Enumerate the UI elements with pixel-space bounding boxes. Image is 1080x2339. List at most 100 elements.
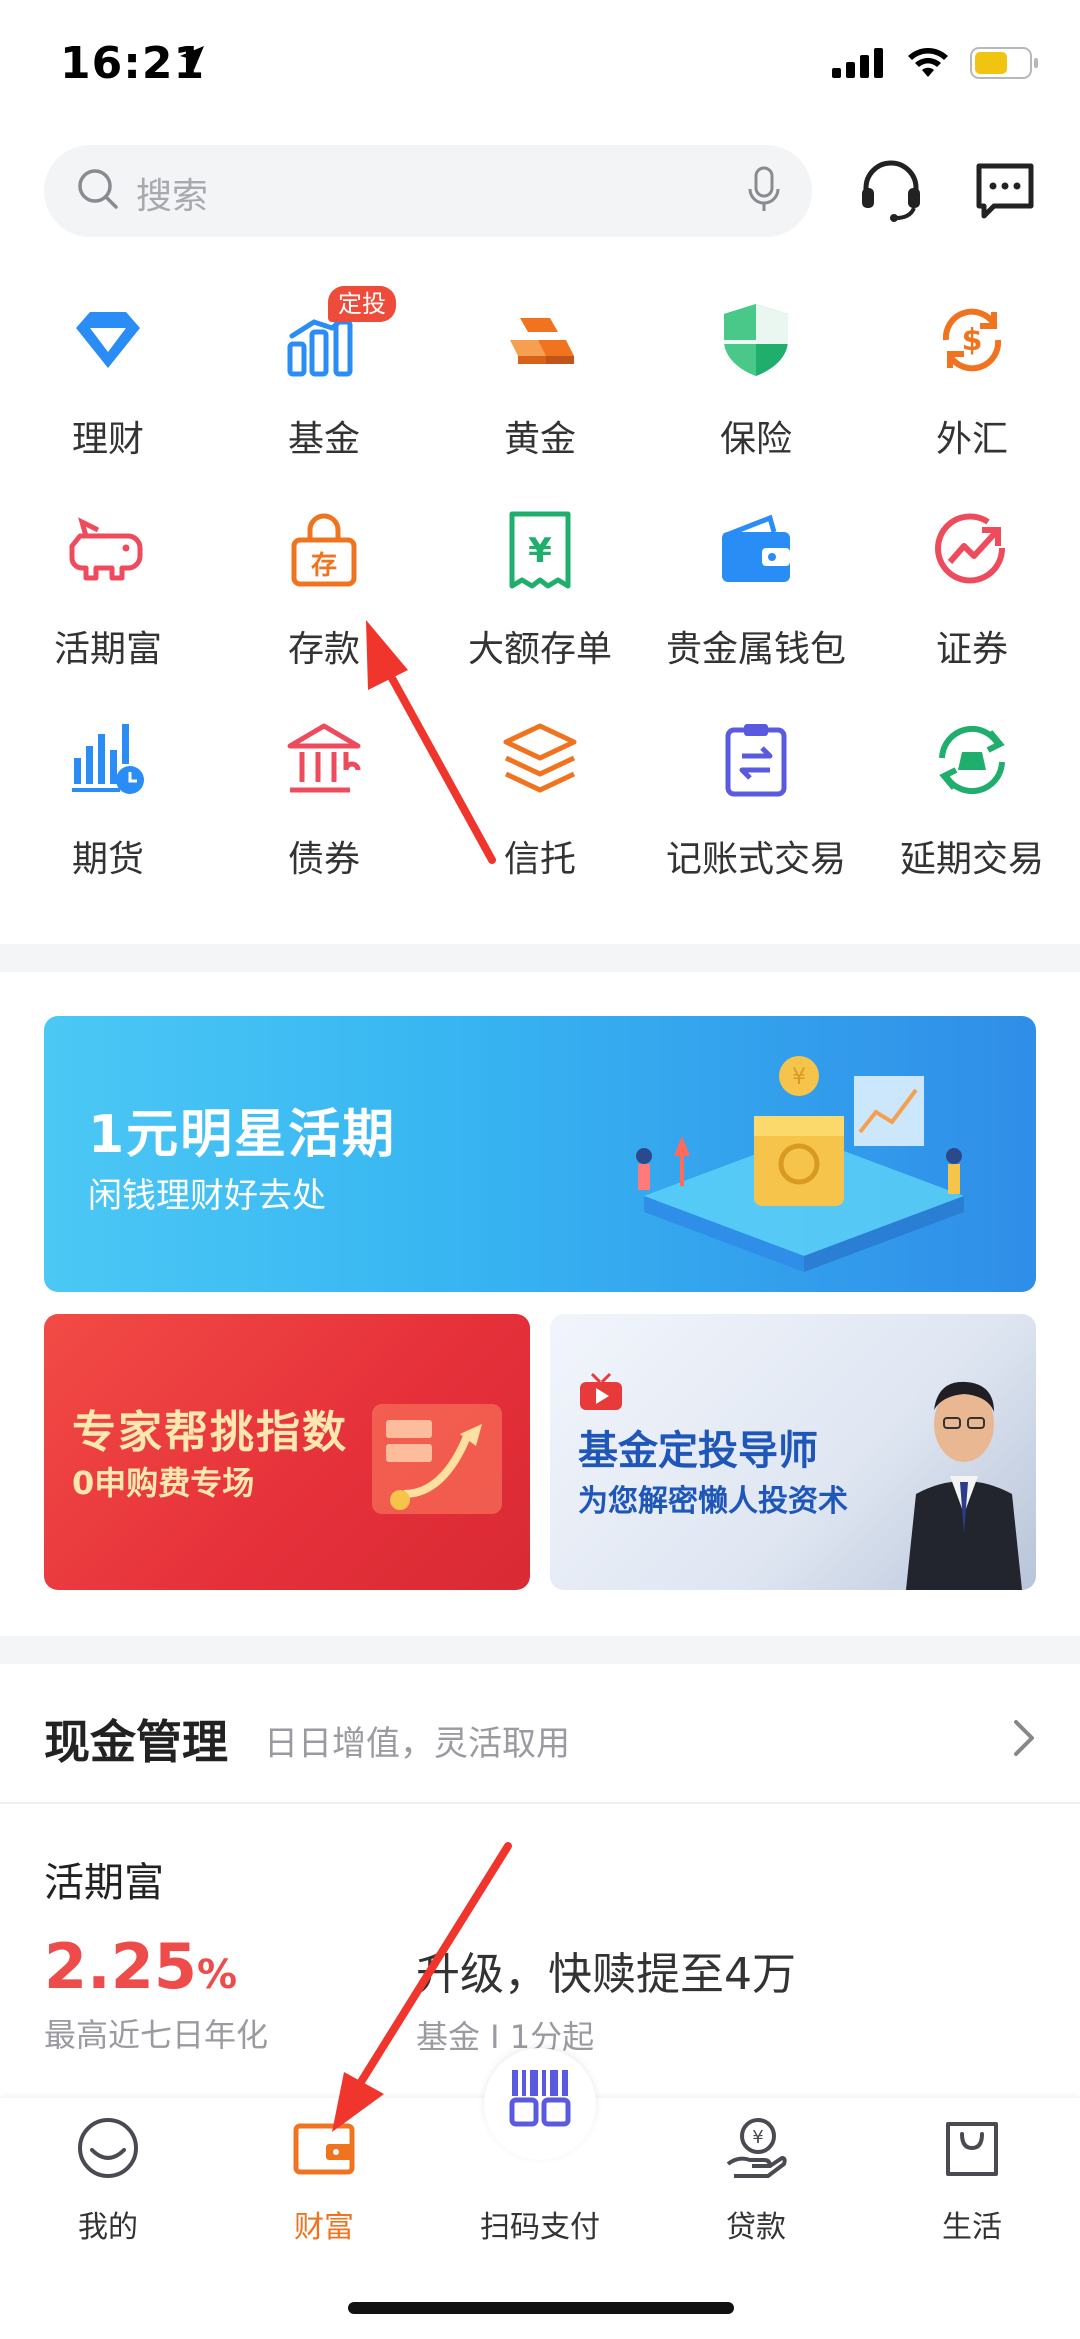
banner-blue-title: 基金定投导师 (578, 1428, 818, 1474)
cycle-icon (939, 725, 1005, 795)
grid-label: 保险 (719, 419, 792, 460)
grid-label: 证券 (935, 629, 1008, 670)
grid-label: 记账式交易 (665, 839, 846, 880)
banner-huoqi[interactable]: 1元明星活期 闲钱理财好去处 ¥ (44, 1016, 1036, 1292)
search-input[interactable]: 搜索 (44, 145, 812, 237)
grid-item-jizhangshi-jiaoyi[interactable]: 记账式交易 (648, 710, 864, 910)
presenter-photo (906, 1381, 1022, 1590)
grid-item-cunkuan[interactable]: 存 存款 (216, 500, 432, 700)
section-title: 现金管理 (44, 1715, 228, 1769)
futures-chart-icon (72, 724, 144, 794)
grid-item-jijin[interactable]: 定投 基金 (216, 286, 432, 490)
grid-label: 存款 (287, 629, 360, 670)
grid-label: 贵金属钱包 (665, 629, 846, 670)
grid-item-huoqifu[interactable]: 活期富 (0, 500, 216, 700)
tv-icon (580, 1372, 622, 1410)
grid-label: 活期富 (53, 629, 162, 670)
svg-text:¥: ¥ (528, 531, 552, 571)
clipboard-exchange-icon (725, 724, 787, 797)
grid-label: 大额存单 (467, 629, 612, 670)
home-indicator[interactable] (348, 2302, 734, 2314)
tab-life[interactable]: 生活 (864, 2098, 1080, 2258)
customer-service-icon[interactable] (858, 158, 924, 224)
shopping-bag-icon (946, 2122, 998, 2176)
growth-card-icon (372, 1404, 502, 1514)
banner-index-expert[interactable]: 专家帮挑指数 0申购费专场 (44, 1314, 530, 1590)
shield-icon (724, 304, 788, 376)
grid-item-zhengquan[interactable]: 证券 (864, 500, 1080, 700)
product-description: 升级，快赎提至4万 (416, 1949, 796, 2000)
grid-item-licai[interactable]: 理财 (0, 290, 216, 490)
banner-red-title: 专家帮挑指数 (72, 1407, 348, 1458)
chevron-right-icon[interactable] (1010, 1718, 1040, 1758)
status-bar: 16:21 (0, 0, 1080, 130)
microphone-icon[interactable] (746, 165, 782, 215)
grid-item-baoxian[interactable]: 保险 (648, 290, 864, 490)
grid-label: 理财 (71, 419, 144, 460)
stock-trend-icon (935, 513, 1006, 584)
message-icon[interactable] (974, 160, 1036, 222)
grid-item-xintuo[interactable]: 信托 (432, 710, 648, 910)
loan-hand-icon: ¥ (726, 2118, 787, 2178)
svg-text:¥: ¥ (752, 2127, 763, 2148)
section-subtitle: 日日增值，灵活取用 (264, 1724, 570, 1764)
tab-loan[interactable]: ¥ 贷款 (648, 2098, 864, 2258)
grid-label: 延期交易 (899, 839, 1044, 880)
gold-bars-icon (510, 318, 574, 364)
tab-label: 财富 (294, 2210, 354, 2245)
scan-code-icon (509, 2070, 571, 2127)
wallet-icon (722, 514, 790, 582)
svg-text:$: $ (962, 323, 983, 358)
search-icon (78, 169, 118, 209)
grid-label: 期货 (71, 839, 144, 880)
tab-scan-pay[interactable]: 扫码支付 (432, 2070, 648, 2258)
currency-exchange-icon: $ (942, 308, 1002, 372)
grid-item-waihui[interactable]: $ 外汇 (864, 290, 1080, 490)
grid-item-zhaiquan[interactable]: 债券 (216, 710, 432, 910)
smile-face-icon (78, 2118, 138, 2178)
diamond-icon (76, 312, 140, 368)
tab-mine[interactable]: 我的 (0, 2098, 216, 2258)
product-rate: 2.25% (44, 1930, 238, 2003)
section-separator (0, 1802, 1080, 1804)
lock-deposit-icon: 存 (291, 513, 357, 587)
grid-label: 基金 (287, 419, 360, 460)
piggy-bank-icon (69, 517, 143, 581)
product-meta: 基金 I 1分起 (416, 2018, 595, 2056)
layers-icon (503, 723, 577, 793)
receipt-icon: ¥ (509, 511, 571, 589)
section-divider (0, 944, 1080, 972)
banner-main-subtitle: 闲钱理财好去处 (88, 1176, 326, 1216)
search-placeholder: 搜索 (136, 176, 209, 217)
grid-label: 外汇 (935, 419, 1008, 460)
grid-item-dae-cundan[interactable]: ¥ 大额存单 (432, 500, 648, 700)
dingtou-badge: 定投 (328, 286, 396, 322)
banner-main-title: 1元明星活期 (88, 1105, 397, 1165)
tab-label: 贷款 (726, 2210, 786, 2245)
safe-illustration-icon: ¥ (636, 1056, 964, 1272)
tab-label: 扫码支付 (480, 2210, 600, 2245)
grid-label: 信托 (503, 839, 576, 880)
grid-item-yanqi-jiaoyi[interactable]: 延期交易 (864, 710, 1080, 910)
banner-red-subtitle: 0申购费专场 (72, 1464, 255, 1502)
grid-label: 债券 (287, 839, 360, 880)
grid-label: 黄金 (503, 419, 576, 460)
product-name: 活期富 (44, 1860, 164, 1906)
tab-label: 我的 (78, 2210, 138, 2245)
grid-item-guijinshu-qianbao[interactable]: 贵金属钱包 (648, 500, 864, 700)
location-arrow-icon (180, 46, 204, 70)
grid-item-huangjin[interactable]: 黄金 (432, 290, 648, 490)
cellular-signal-icon (832, 48, 883, 78)
svg-text:存: 存 (311, 551, 337, 581)
banner-blue-subtitle: 为您解密懒人投资术 (578, 1484, 848, 1519)
bank-building-icon (287, 723, 361, 793)
tab-wealth[interactable]: 财富 (216, 2098, 432, 2258)
wifi-icon (908, 48, 948, 77)
banner-fund-mentor[interactable]: 基金定投导师 为您解密懒人投资术 (550, 1314, 1036, 1590)
section-divider (0, 1636, 1080, 1664)
tab-label: 生活 (942, 2210, 1002, 2245)
svg-text:¥: ¥ (792, 1065, 806, 1090)
wallet-icon (293, 2123, 355, 2175)
grid-item-qihuo[interactable]: 期货 (0, 710, 216, 910)
product-rate-label: 最高近七日年化 (44, 2016, 269, 2054)
